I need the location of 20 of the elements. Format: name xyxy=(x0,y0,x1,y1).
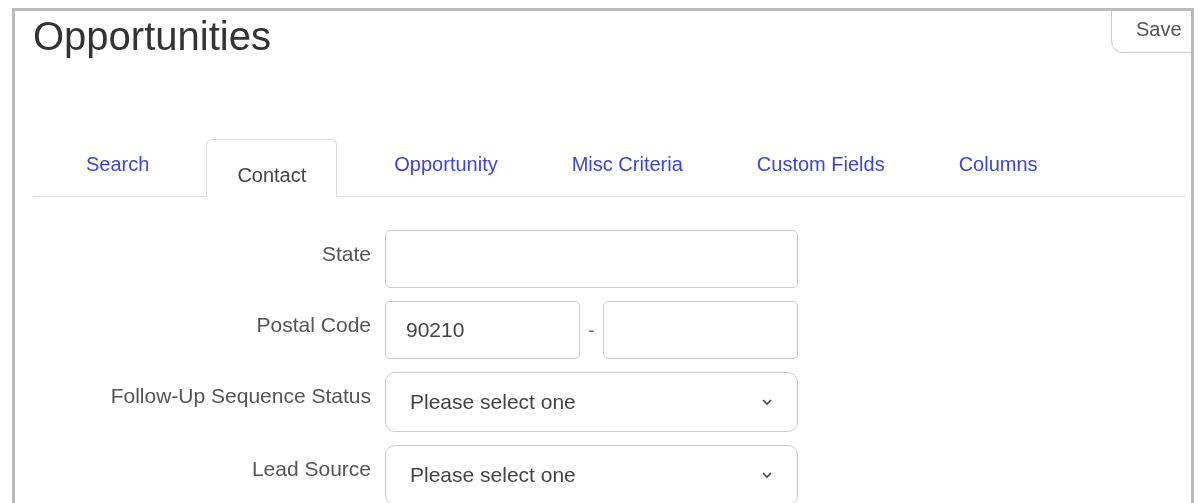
tab[interactable]: Columns xyxy=(941,150,1055,196)
field-label: Postal Code xyxy=(255,312,371,338)
separator: - xyxy=(588,318,595,342)
field-label: Follow-Up Sequence Status xyxy=(109,383,371,409)
tab[interactable]: Misc Criteria xyxy=(554,150,700,196)
tab[interactable]: Search xyxy=(69,150,167,196)
input-field[interactable] xyxy=(385,230,798,288)
input-field[interactable] xyxy=(602,301,798,359)
saved-button[interactable]: Save xyxy=(1111,11,1191,53)
page-title: Opportunities xyxy=(33,13,271,60)
field-label: Lead Source xyxy=(250,456,371,482)
chevron-down-icon xyxy=(761,398,773,406)
dropdown[interactable]: Please select one xyxy=(385,372,798,432)
input-field[interactable]: 90210 xyxy=(385,301,580,359)
field-label: State xyxy=(320,241,371,267)
tab[interactable]: Contact xyxy=(206,139,338,197)
chevron-down-icon xyxy=(761,471,773,479)
tab[interactable]: Opportunity xyxy=(377,150,515,196)
tab[interactable]: Custom Fields xyxy=(739,150,902,196)
dropdown[interactable]: Please select one xyxy=(385,445,798,503)
